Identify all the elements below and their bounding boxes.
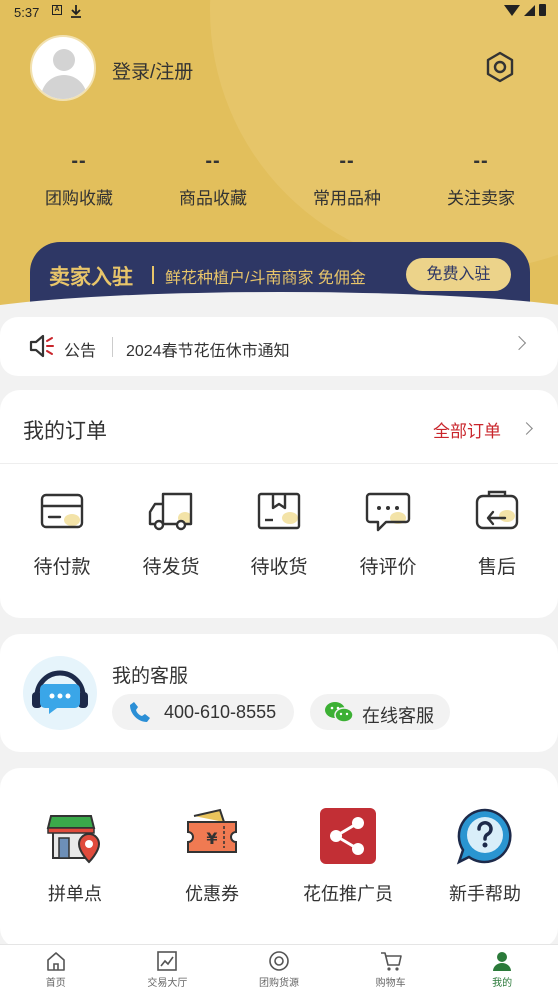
customer-service-headset-icon xyxy=(23,656,97,730)
orders-title: 我的订单 xyxy=(23,420,107,443)
phone-icon xyxy=(128,700,152,729)
notification-a-icon: A xyxy=(52,5,62,15)
status-indicators xyxy=(504,4,546,16)
settings-gear-icon[interactable] xyxy=(483,50,517,84)
tool-beginner-help[interactable]: 新手帮助 xyxy=(425,806,545,906)
nav-trading-hall[interactable]: 交易大厅 xyxy=(112,945,224,992)
tool-promoter[interactable]: 花伍推广员 xyxy=(288,806,408,906)
customer-service-title: 我的客服 xyxy=(112,666,189,687)
order-pending-payment[interactable]: 待付款 xyxy=(17,490,107,579)
coupon-icon: ¥ xyxy=(187,808,237,853)
nav-cart[interactable]: 购物车 xyxy=(335,945,447,992)
nav-group-buy-source[interactable]: 团购货源 xyxy=(223,945,335,992)
bottom-navigation: 首页 交易大厅 团购货源 购物车 我的 xyxy=(0,944,558,992)
profile-header: 5:37 A 登录/注册 -- 团购收藏 -- 商品收藏 -- 常用品种 -- … xyxy=(0,0,558,320)
user-icon xyxy=(493,952,512,971)
svg-text:¥: ¥ xyxy=(206,829,217,848)
signal-icon xyxy=(524,4,535,16)
seller-banner-description: 鲜花种植户/斗南商家 免佣金 xyxy=(165,270,366,287)
battery-icon xyxy=(539,4,546,16)
phone-call-button[interactable]: 400-610-8555 xyxy=(112,694,294,730)
all-orders-link[interactable]: 全部订单 xyxy=(433,417,501,442)
trade-chart-icon xyxy=(157,951,178,971)
tool-group-order-point[interactable]: 拼单点 xyxy=(15,806,135,906)
cart-icon xyxy=(380,952,402,971)
stat-followed-sellers[interactable]: -- 关注卖家 xyxy=(414,150,548,209)
order-after-sales[interactable]: 售后 xyxy=(452,490,542,579)
notice-label: 公告 xyxy=(64,343,97,360)
home-icon xyxy=(46,952,65,971)
wechat-icon xyxy=(324,700,354,729)
status-time: 5:37 xyxy=(14,5,40,20)
notice-bar[interactable]: 公告 2024春节花伍休市通知 xyxy=(0,317,558,376)
online-service-label: 在线客服 xyxy=(362,706,434,726)
phone-number: 400-610-8555 xyxy=(164,702,277,722)
nav-mine[interactable]: 我的 xyxy=(446,945,558,992)
divider xyxy=(0,463,558,464)
nav-home[interactable]: 首页 xyxy=(0,945,112,992)
speaker-icon xyxy=(28,333,56,359)
chat-review-icon xyxy=(365,492,411,532)
avatar[interactable] xyxy=(30,35,96,101)
return-icon xyxy=(475,490,519,530)
chevron-right-icon xyxy=(520,422,533,435)
tools-card: 拼单点 ¥ 优惠券 花伍推广员 新手帮助 xyxy=(0,768,558,948)
stat-product-favorites[interactable]: -- 商品收藏 xyxy=(146,150,280,209)
order-pending-shipment[interactable]: 待发货 xyxy=(126,490,216,579)
wifi-icon xyxy=(504,4,520,16)
stat-group-buy-favorites[interactable]: -- 团购收藏 xyxy=(12,150,146,209)
chevron-right-icon xyxy=(511,335,527,351)
help-icon xyxy=(456,808,512,865)
online-service-button[interactable]: 在线客服 xyxy=(310,694,450,730)
order-pending-review[interactable]: 待评价 xyxy=(343,490,433,579)
my-orders-card: 我的订单 全部订单 待付款 待发货 待收货 待评价 售后 xyxy=(0,390,558,618)
notice-text[interactable]: 2024春节花伍休市通知 xyxy=(126,337,290,361)
divider xyxy=(152,266,154,284)
divider xyxy=(112,337,113,357)
login-register-link[interactable]: 登录/注册 xyxy=(112,57,193,84)
customer-service-card: 我的客服 400-610-8555 在线客服 xyxy=(0,634,558,752)
tool-coupon[interactable]: ¥ 优惠券 xyxy=(152,806,272,906)
stats-row: -- 团购收藏 -- 商品收藏 -- 常用品种 -- 关注卖家 xyxy=(0,150,558,209)
order-pending-receipt[interactable]: 待收货 xyxy=(234,490,324,579)
free-join-button[interactable]: 免费入驻 xyxy=(406,258,511,291)
seller-banner-title: 卖家入驻 xyxy=(49,266,133,289)
package-box-icon xyxy=(257,492,301,530)
share-icon xyxy=(320,808,376,864)
shop-location-icon xyxy=(46,815,101,864)
group-buy-icon xyxy=(269,951,289,971)
download-icon xyxy=(70,4,82,21)
status-bar: 5:37 A xyxy=(0,0,558,26)
truck-icon xyxy=(148,492,193,531)
wallet-card-icon xyxy=(40,493,84,529)
stat-common-varieties[interactable]: -- 常用品种 xyxy=(280,150,414,209)
